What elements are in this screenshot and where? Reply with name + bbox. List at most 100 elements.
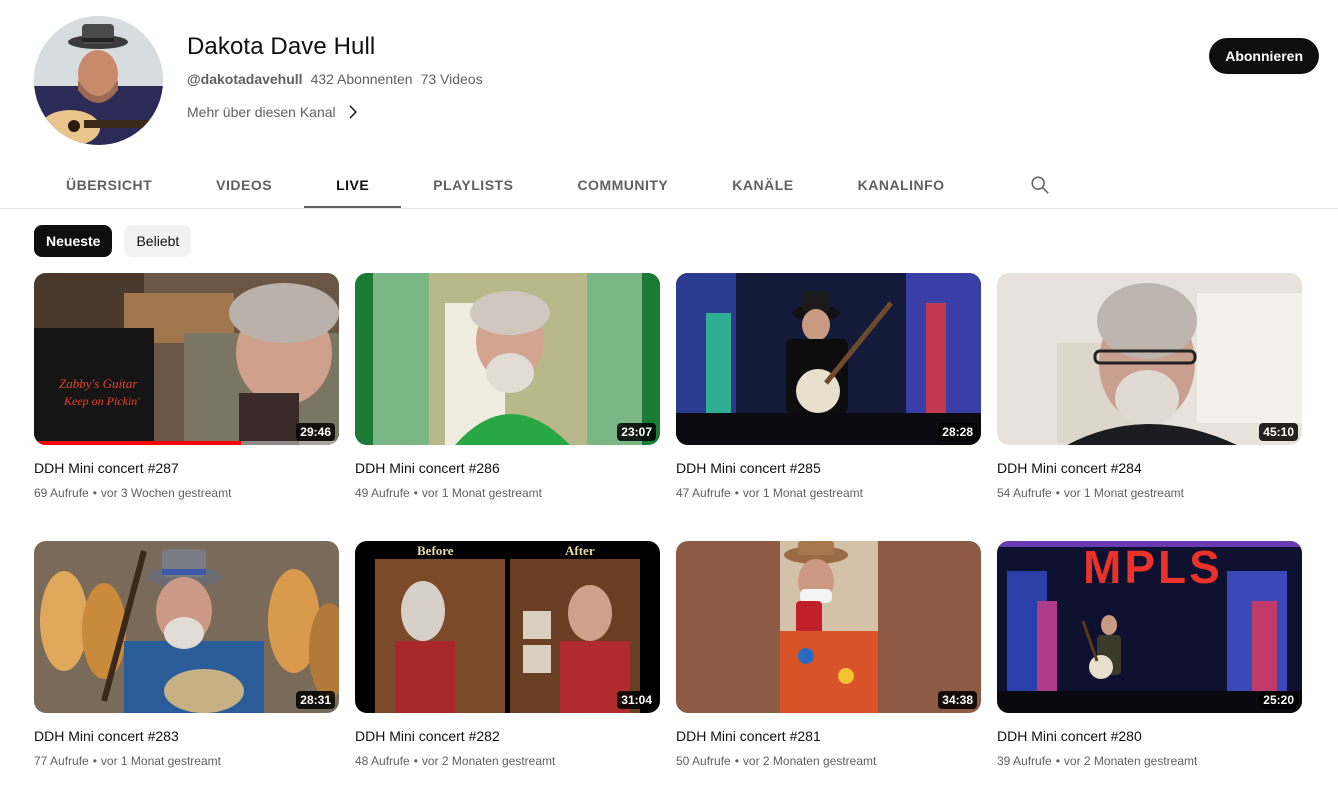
mpls-sign: MPLS bbox=[1083, 541, 1223, 593]
video-title[interactable]: DDH Mini concert #287 bbox=[34, 459, 339, 477]
tab-community[interactable]: Community bbox=[545, 162, 700, 208]
video-meta: 69 Aufrufe • vor 3 Wochen gestreamt bbox=[34, 485, 339, 501]
video-duration: 28:28 bbox=[938, 423, 977, 441]
tab-overview[interactable]: Übersicht bbox=[34, 162, 184, 208]
before-label: Before bbox=[417, 543, 454, 558]
thumbnail-image bbox=[997, 273, 1302, 445]
video-meta: 49 Aufrufe • vor 1 Monat gestreamt bbox=[355, 485, 660, 501]
svg-text:Zabby's Guitar: Zabby's Guitar bbox=[59, 376, 138, 391]
tab-channels[interactable]: Kanäle bbox=[700, 162, 825, 208]
video-duration: 29:46 bbox=[296, 423, 335, 441]
more-about-channel-label: Mehr über diesen Kanal bbox=[187, 104, 336, 120]
video-title[interactable]: DDH Mini concert #286 bbox=[355, 459, 660, 477]
channel-tabs: Übersicht Videos Live Playlists Communit… bbox=[34, 162, 1069, 209]
search-icon bbox=[1031, 176, 1049, 194]
video-meta: 48 Aufrufe • vor 2 Monaten gestreamt bbox=[355, 753, 660, 769]
video-duration: 25:20 bbox=[1259, 691, 1298, 709]
video-title[interactable]: DDH Mini concert #280 bbox=[997, 727, 1302, 745]
stream-age: vor 2 Monaten gestreamt bbox=[421, 754, 556, 768]
video-duration: 34:38 bbox=[938, 691, 977, 709]
video-card[interactable]: Before After 31:04 DDH Mini concert #282… bbox=[355, 541, 660, 796]
channel-meta: Dakota Dave Hull @dakotadavehull 432 Abo… bbox=[187, 32, 483, 122]
video-title[interactable]: DDH Mini concert #284 bbox=[997, 459, 1302, 477]
meta-separator: • bbox=[92, 754, 97, 768]
more-about-channel-link[interactable]: Mehr über diesen Kanal bbox=[187, 102, 483, 122]
view-count: 47 Aufrufe bbox=[676, 486, 731, 500]
video-thumbnail[interactable]: Zabby's Guitar Keep on Pickin' 29:46 bbox=[34, 273, 339, 445]
view-count: 39 Aufrufe bbox=[997, 754, 1052, 768]
video-grid: Zabby's Guitar Keep on Pickin' 29:46 DDH… bbox=[34, 273, 1304, 796]
meta-separator: • bbox=[734, 486, 739, 500]
thumbnail-image: Zabby's Guitar Keep on Pickin' bbox=[34, 273, 339, 445]
thumbnail-image: MPLS bbox=[997, 541, 1302, 713]
chevron-right-icon bbox=[349, 105, 357, 119]
thumbnail-image: Before After bbox=[355, 541, 660, 713]
video-title[interactable]: DDH Mini concert #285 bbox=[676, 459, 981, 477]
video-thumbnail[interactable]: 28:31 bbox=[34, 541, 339, 713]
video-title[interactable]: DDH Mini concert #282 bbox=[355, 727, 660, 745]
video-duration: 45:10 bbox=[1259, 423, 1298, 441]
tab-playlists[interactable]: Playlists bbox=[401, 162, 545, 208]
tab-about[interactable]: Kanalinfo bbox=[826, 162, 977, 208]
video-card[interactable]: 34:38 DDH Mini concert #281 50 Aufrufe •… bbox=[676, 541, 981, 796]
stream-age: vor 1 Monat gestreamt bbox=[421, 486, 542, 500]
thumbnail-image bbox=[34, 541, 339, 713]
video-meta: 54 Aufrufe • vor 1 Monat gestreamt bbox=[997, 485, 1302, 501]
video-card[interactable]: Zabby's Guitar Keep on Pickin' 29:46 DDH… bbox=[34, 273, 339, 541]
watched-progress-bar bbox=[34, 441, 242, 445]
view-count: 69 Aufrufe bbox=[34, 486, 89, 500]
video-thumbnail[interactable]: Before After 31:04 bbox=[355, 541, 660, 713]
chip-newest[interactable]: Neueste bbox=[34, 225, 113, 257]
meta-separator: • bbox=[413, 486, 418, 500]
subscriber-count: 432 Abonnenten bbox=[310, 71, 413, 87]
video-thumbnail[interactable]: 45:10 bbox=[997, 273, 1302, 445]
video-meta: 50 Aufrufe • vor 2 Monaten gestreamt bbox=[676, 753, 981, 769]
video-thumbnail[interactable]: 34:38 bbox=[676, 541, 981, 713]
thumbnail-image bbox=[355, 273, 660, 445]
video-card[interactable]: 28:28 DDH Mini concert #285 47 Aufrufe •… bbox=[676, 273, 981, 541]
view-count: 49 Aufrufe bbox=[355, 486, 410, 500]
view-count: 50 Aufrufe bbox=[676, 754, 731, 768]
thumbnail-image bbox=[676, 273, 981, 445]
svg-text:Keep on Pickin': Keep on Pickin' bbox=[63, 394, 140, 408]
meta-separator: • bbox=[413, 754, 418, 768]
video-duration: 23:07 bbox=[617, 423, 656, 441]
after-label: After bbox=[565, 543, 595, 558]
meta-separator: • bbox=[1055, 754, 1060, 768]
video-duration: 28:31 bbox=[296, 691, 335, 709]
channel-name: Dakota Dave Hull bbox=[187, 33, 376, 60]
tab-videos[interactable]: Videos bbox=[184, 162, 304, 208]
video-meta: 47 Aufrufe • vor 1 Monat gestreamt bbox=[676, 485, 981, 501]
video-meta: 77 Aufrufe • vor 1 Monat gestreamt bbox=[34, 753, 339, 769]
video-title[interactable]: DDH Mini concert #283 bbox=[34, 727, 339, 745]
video-meta: 39 Aufrufe • vor 2 Monaten gestreamt bbox=[997, 753, 1302, 769]
subscribe-button[interactable]: Abonnieren bbox=[1209, 38, 1319, 74]
thumbnail-image bbox=[676, 541, 981, 713]
video-thumbnail[interactable]: MPLS 25:20 bbox=[997, 541, 1302, 713]
meta-separator: • bbox=[734, 754, 739, 768]
channel-avatar[interactable] bbox=[34, 16, 163, 145]
sort-chips: Neueste Beliebt bbox=[34, 225, 192, 257]
view-count: 77 Aufrufe bbox=[34, 754, 89, 768]
meta-separator: • bbox=[1055, 486, 1060, 500]
stream-age: vor 2 Monaten gestreamt bbox=[742, 754, 877, 768]
meta-separator: • bbox=[92, 486, 97, 500]
channel-search-button[interactable] bbox=[1011, 162, 1069, 208]
stream-age: vor 1 Monat gestreamt bbox=[742, 486, 863, 500]
video-card[interactable]: MPLS 25:20 DDH Mini concert #280 39 Aufr… bbox=[997, 541, 1302, 796]
video-card[interactable]: 23:07 DDH Mini concert #286 49 Aufrufe •… bbox=[355, 273, 660, 541]
stream-age: vor 3 Wochen gestreamt bbox=[100, 486, 232, 500]
tab-live[interactable]: Live bbox=[304, 162, 402, 209]
video-count: 73 Videos bbox=[420, 71, 483, 87]
view-count: 48 Aufrufe bbox=[355, 754, 410, 768]
video-card[interactable]: 45:10 DDH Mini concert #284 54 Aufrufe •… bbox=[997, 273, 1302, 541]
video-title[interactable]: DDH Mini concert #281 bbox=[676, 727, 981, 745]
video-thumbnail[interactable]: 28:28 bbox=[676, 273, 981, 445]
stream-age: vor 2 Monaten gestreamt bbox=[1063, 754, 1198, 768]
chip-popular[interactable]: Beliebt bbox=[124, 225, 192, 257]
video-card[interactable]: 28:31 DDH Mini concert #283 77 Aufrufe •… bbox=[34, 541, 339, 796]
stream-age: vor 1 Monat gestreamt bbox=[1063, 486, 1184, 500]
view-count: 54 Aufrufe bbox=[997, 486, 1052, 500]
video-duration: 31:04 bbox=[617, 691, 656, 709]
video-thumbnail[interactable]: 23:07 bbox=[355, 273, 660, 445]
